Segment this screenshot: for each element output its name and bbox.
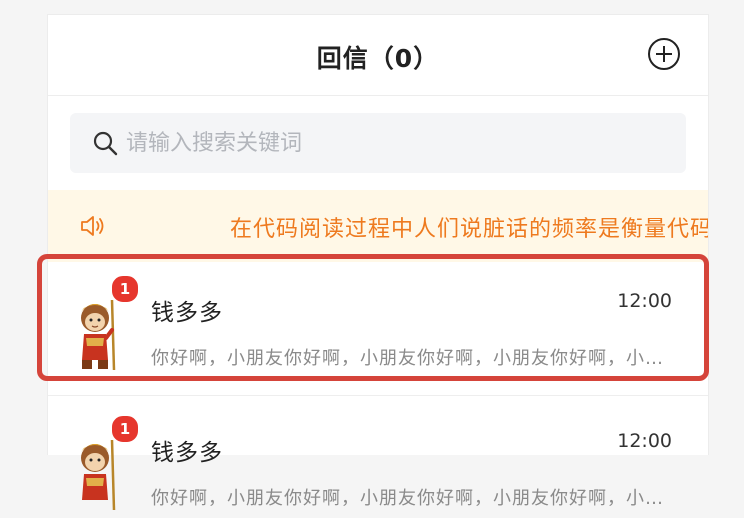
avatar (81, 299, 116, 371)
list-item[interactable]: 1 钱多多 12:00 你好啊，小朋友你好啊，小朋友你好啊，小朋友你好啊，小朋友… (48, 260, 708, 396)
search-icon (93, 131, 118, 156)
message-panel: 回信（0） 在代码阅读过程中人们说脏话的频率是衡量代码质量的唯一标准 (47, 14, 709, 511)
plus-circle-icon (648, 38, 680, 70)
message-time: 12:00 (617, 290, 672, 312)
contact-name: 钱多多 (151, 300, 223, 326)
speaker-icon (81, 216, 104, 236)
message-preview: 你好啊，小朋友你好啊，小朋友你好啊，小朋友你好啊，小朋友你好啊 (151, 348, 676, 369)
divider (48, 395, 708, 396)
unread-badge: 1 (110, 274, 140, 304)
list-item[interactable]: 1 钱多多 12:00 你好啊，小朋友你好啊，小朋友你好啊，小朋友你好啊，小朋友… (48, 400, 708, 518)
notice-bar[interactable]: 在代码阅读过程中人们说脏话的频率是衡量代码质量的唯一标准 (48, 190, 708, 262)
notice-text: 在代码阅读过程中人们说脏话的频率是衡量代码质量的唯一标准 (230, 217, 708, 242)
contact-name: 钱多多 (151, 440, 223, 466)
message-time: 12:00 (617, 430, 672, 452)
avatar (81, 439, 116, 511)
header: 回信（0） (48, 15, 708, 96)
page-title: 回信（0） (316, 44, 440, 73)
search-bar[interactable] (70, 113, 686, 173)
message-preview: 你好啊，小朋友你好啊，小朋友你好啊，小朋友你好啊，小朋友你好啊 (151, 488, 676, 509)
unread-badge: 1 (110, 414, 140, 444)
add-button[interactable] (647, 37, 681, 71)
search-input[interactable] (126, 113, 666, 173)
